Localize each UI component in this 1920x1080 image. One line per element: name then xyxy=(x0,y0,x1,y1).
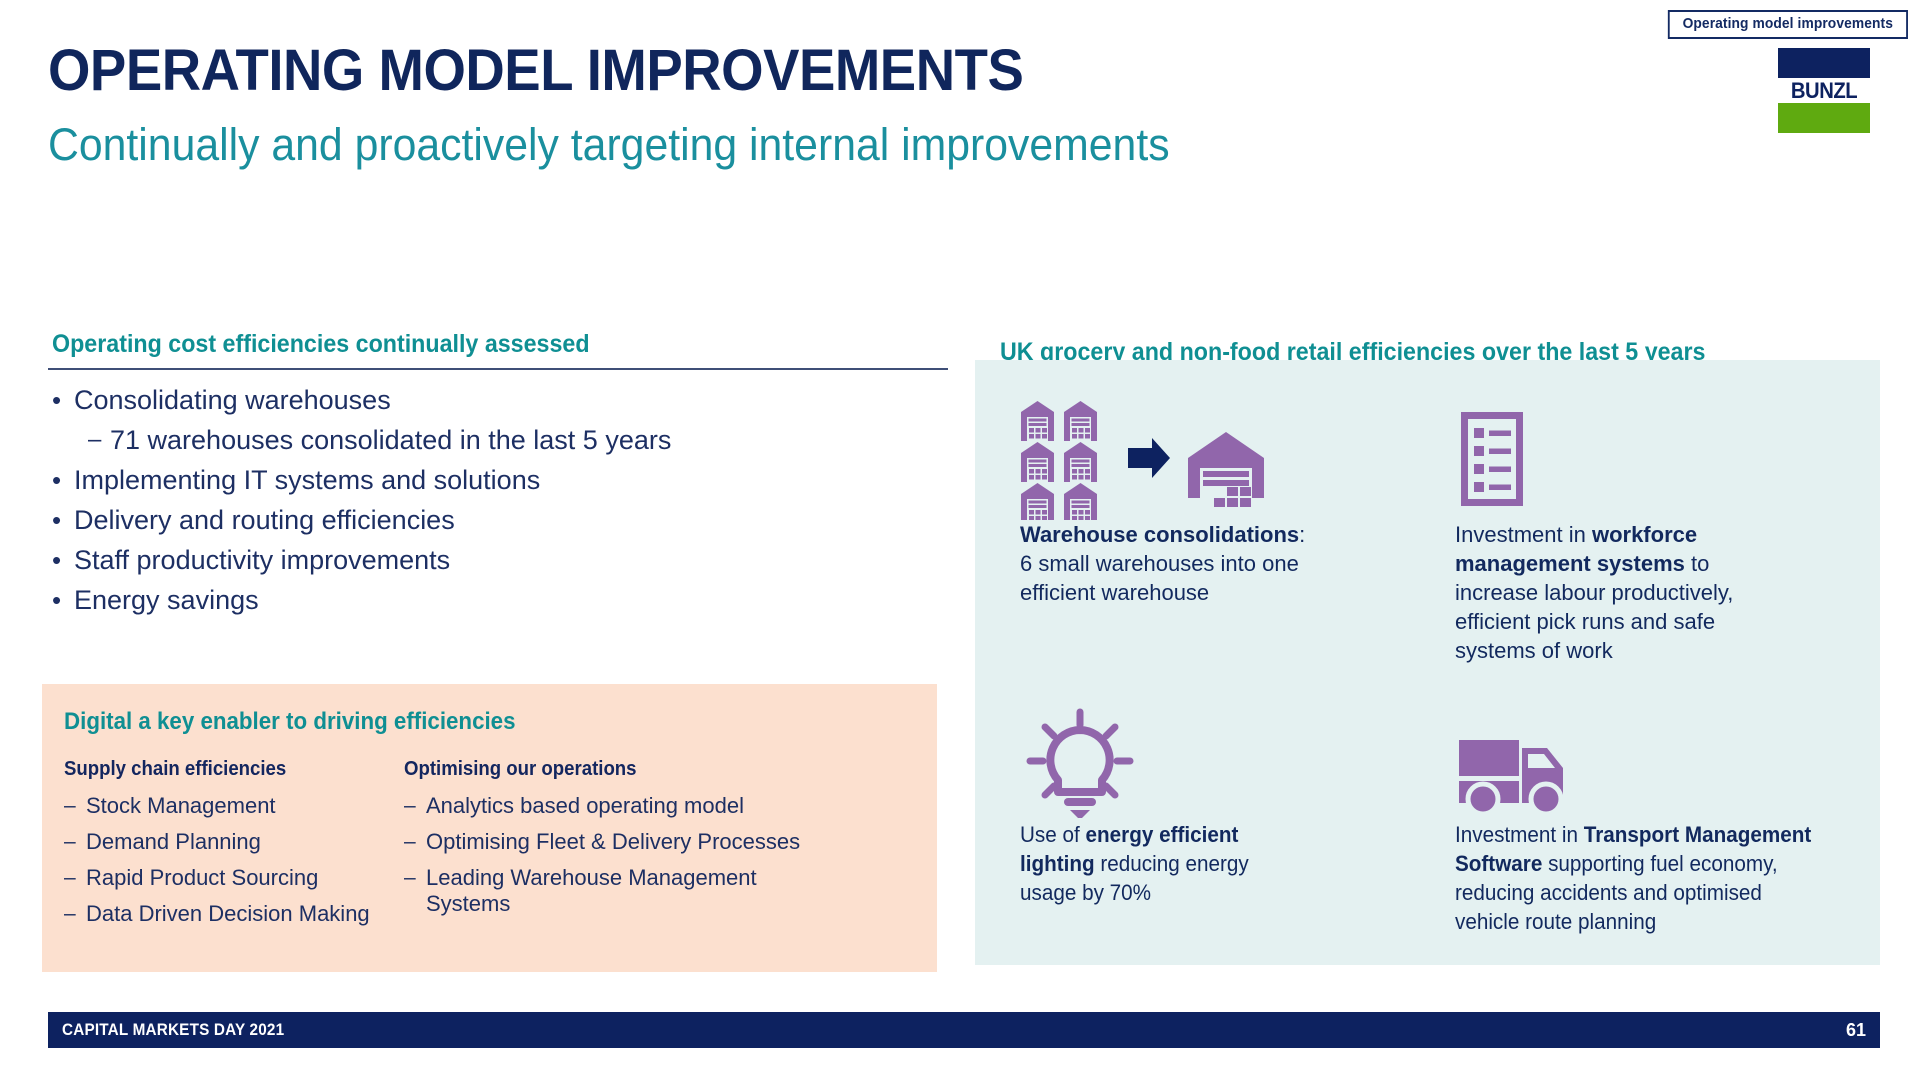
left-bullet-item: • Delivery and routing efficiencies xyxy=(52,505,942,536)
digital-list-item: – Leading Warehouse Management Systems xyxy=(404,865,834,917)
dash-marker-icon: – xyxy=(64,866,76,889)
digital-list-text: Analytics based operating model xyxy=(426,793,744,818)
digital-column: Optimising our operations – Analytics base… xyxy=(404,758,834,937)
caption-workforce-management: Investment in workforce management syste… xyxy=(1455,520,1785,665)
bullet-marker-icon: • xyxy=(52,385,62,415)
bullet-marker-icon: • xyxy=(52,505,62,535)
caption-energy-lighting: Use of energy efficient lighting reducin… xyxy=(1020,820,1302,907)
dash-marker-icon: – xyxy=(64,830,76,853)
digital-list-text: Stock Management xyxy=(86,793,276,818)
warehouse-consolidation-icon xyxy=(1020,400,1320,520)
digital-column-heading: Supply chain efficiencies xyxy=(64,758,287,780)
digital-panel-heading: Digital a key enabler to driving efficie… xyxy=(64,708,516,735)
digital-list-item: – Demand Planning xyxy=(64,829,404,855)
digital-list-text: Optimising Fleet & Delivery Processes xyxy=(426,829,801,854)
footer-page-number: 61 xyxy=(1845,1019,1866,1040)
slide-section-tag: Operating model improvements xyxy=(1668,10,1908,39)
digital-list-text: Demand Planning xyxy=(86,829,261,854)
digital-column-heading: Optimising our operations xyxy=(404,758,637,780)
caption-transport-software: Investment in Transport Management Softw… xyxy=(1455,820,1831,936)
slide-footer: CAPITAL MARKETS DAY 2021 61 xyxy=(48,1012,1880,1048)
logo-navy-block xyxy=(1778,48,1870,78)
caption-warehouse-consolidation: Warehouse consolidations: 6 small wareho… xyxy=(1020,520,1320,607)
dash-marker-icon: – xyxy=(64,902,76,925)
digital-list-text: Rapid Product Sourcing xyxy=(86,865,319,890)
left-bullet-item: • Implementing IT systems and solutions xyxy=(52,465,942,496)
slide: Operating model improvements BUNZL OPERA… xyxy=(0,0,1920,1080)
small-warehouses-group xyxy=(1021,401,1097,520)
bullet-text: 71 warehouses consolidated in the last 5… xyxy=(110,425,672,455)
caption-pre: Investment in xyxy=(1455,522,1592,547)
cell-workforce-management: Investment in workforce management syste… xyxy=(1455,400,1785,665)
digital-enabler-panel: Digital a key enabler to driving efficie… xyxy=(42,684,937,972)
lightbulb-icon xyxy=(1020,700,1320,820)
dash-marker-icon: – xyxy=(404,794,416,817)
digital-column: Supply chain efficiencies – Stock Manageme… xyxy=(64,758,404,937)
bullet-text: Energy savings xyxy=(74,585,259,615)
bullet-marker-icon: • xyxy=(52,465,62,495)
logo-wordmark-row: BUNZL xyxy=(1778,78,1870,103)
bullet-text: Delivery and routing efficiencies xyxy=(74,505,455,535)
digital-columns: Supply chain efficiencies – Stock Manageme… xyxy=(64,758,921,937)
left-bullet-list: • Consolidating warehouses –71 warehouses … xyxy=(52,385,942,625)
left-bullet-item: • Consolidating warehouses xyxy=(52,385,942,416)
bullet-text: Consolidating warehouses xyxy=(74,385,391,415)
left-bullet-item: • Energy savings xyxy=(52,585,942,616)
left-section-heading: Operating cost efficiencies continually … xyxy=(52,330,590,358)
digital-list-item: – Data Driven Decision Making xyxy=(64,901,404,927)
bullet-marker-icon: • xyxy=(52,585,62,615)
cell-warehouse-consolidation: Warehouse consolidations: 6 small wareho… xyxy=(1020,400,1320,607)
digital-list-item: – Stock Management xyxy=(64,793,404,819)
consolidated-warehouse-icon xyxy=(1188,432,1264,507)
page-subtitle: Continually and proactively targeting in… xyxy=(48,119,1170,170)
footer-event-label: CAPITAL MARKETS DAY 2021 xyxy=(62,1020,285,1039)
digital-list-item: – Analytics based operating model xyxy=(404,793,834,819)
logo-green-block xyxy=(1778,103,1870,133)
digital-list-text: Leading Warehouse Management Systems xyxy=(426,865,757,916)
digital-list-item: – Optimising Fleet & Delivery Processes xyxy=(404,829,834,855)
dash-marker-icon: – xyxy=(64,794,76,817)
bullet-marker-icon: – xyxy=(88,426,102,453)
arrow-right-icon xyxy=(1128,438,1170,478)
dash-marker-icon: – xyxy=(404,830,416,853)
dash-marker-icon: – xyxy=(404,866,416,889)
delivery-truck-icon xyxy=(1455,700,1855,820)
bunzl-logo: BUNZL xyxy=(1778,48,1870,133)
cell-transport-software: Investment in Transport Management Softw… xyxy=(1455,700,1855,936)
clipboard-checklist-icon xyxy=(1455,400,1785,520)
page-title: OPERATING MODEL IMPROVEMENTS xyxy=(48,38,1024,103)
bullet-marker-icon: • xyxy=(52,545,62,575)
digital-list-text: Data Driven Decision Making xyxy=(86,901,370,926)
cell-energy-lighting: Use of energy efficient lighting reducin… xyxy=(1020,700,1320,907)
left-heading-divider xyxy=(48,368,948,370)
bullet-text: Staff productivity improvements xyxy=(74,545,451,575)
caption-pre: Investment in xyxy=(1455,822,1584,847)
left-bullet-item: • Staff productivity improvements xyxy=(52,545,942,576)
left-bullet-item: –71 warehouses consolidated in the last … xyxy=(88,425,942,456)
caption-lead: Warehouse consolidations xyxy=(1020,522,1300,547)
bullet-text: Implementing IT systems and solutions xyxy=(74,465,541,495)
logo-wordmark: BUNZL xyxy=(1790,77,1858,103)
caption-pre: Use of xyxy=(1020,822,1086,847)
digital-list-item: – Rapid Product Sourcing xyxy=(64,865,404,891)
